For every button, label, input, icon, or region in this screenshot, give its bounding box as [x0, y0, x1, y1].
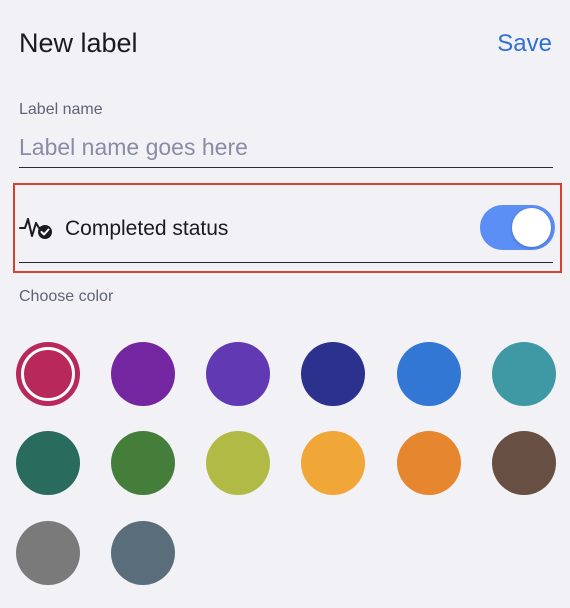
completed-status-row: Completed status	[19, 195, 555, 263]
color-swatch-brown[interactable]	[492, 431, 556, 495]
toggle-knob	[512, 208, 551, 247]
color-swatch-slate[interactable]	[111, 521, 175, 585]
label-name-caption: Label name	[19, 101, 103, 118]
save-button[interactable]: Save	[497, 30, 552, 58]
color-swatch-green[interactable]	[111, 431, 175, 495]
color-swatch-blue[interactable]	[397, 342, 461, 406]
color-swatch-olive[interactable]	[206, 431, 270, 495]
color-swatch-amber[interactable]	[301, 431, 365, 495]
color-swatch-purple[interactable]	[111, 342, 175, 406]
completed-status-label: Completed status	[65, 217, 229, 240]
color-swatch-gray[interactable]	[16, 521, 80, 585]
activity-check-icon	[19, 212, 53, 242]
completed-status-toggle[interactable]	[480, 205, 555, 250]
color-swatch-crimson[interactable]	[16, 342, 80, 406]
color-swatch-dark-green[interactable]	[16, 431, 80, 495]
color-swatch-teal[interactable]	[492, 342, 556, 406]
page-title: New label	[19, 28, 138, 58]
color-swatch-indigo[interactable]	[301, 342, 365, 406]
color-swatch-violet[interactable]	[206, 342, 270, 406]
color-swatch-orange[interactable]	[397, 431, 461, 495]
label-name-input[interactable]	[19, 128, 553, 168]
header: New label Save	[0, 0, 570, 90]
choose-color-label: Choose color	[19, 288, 114, 305]
